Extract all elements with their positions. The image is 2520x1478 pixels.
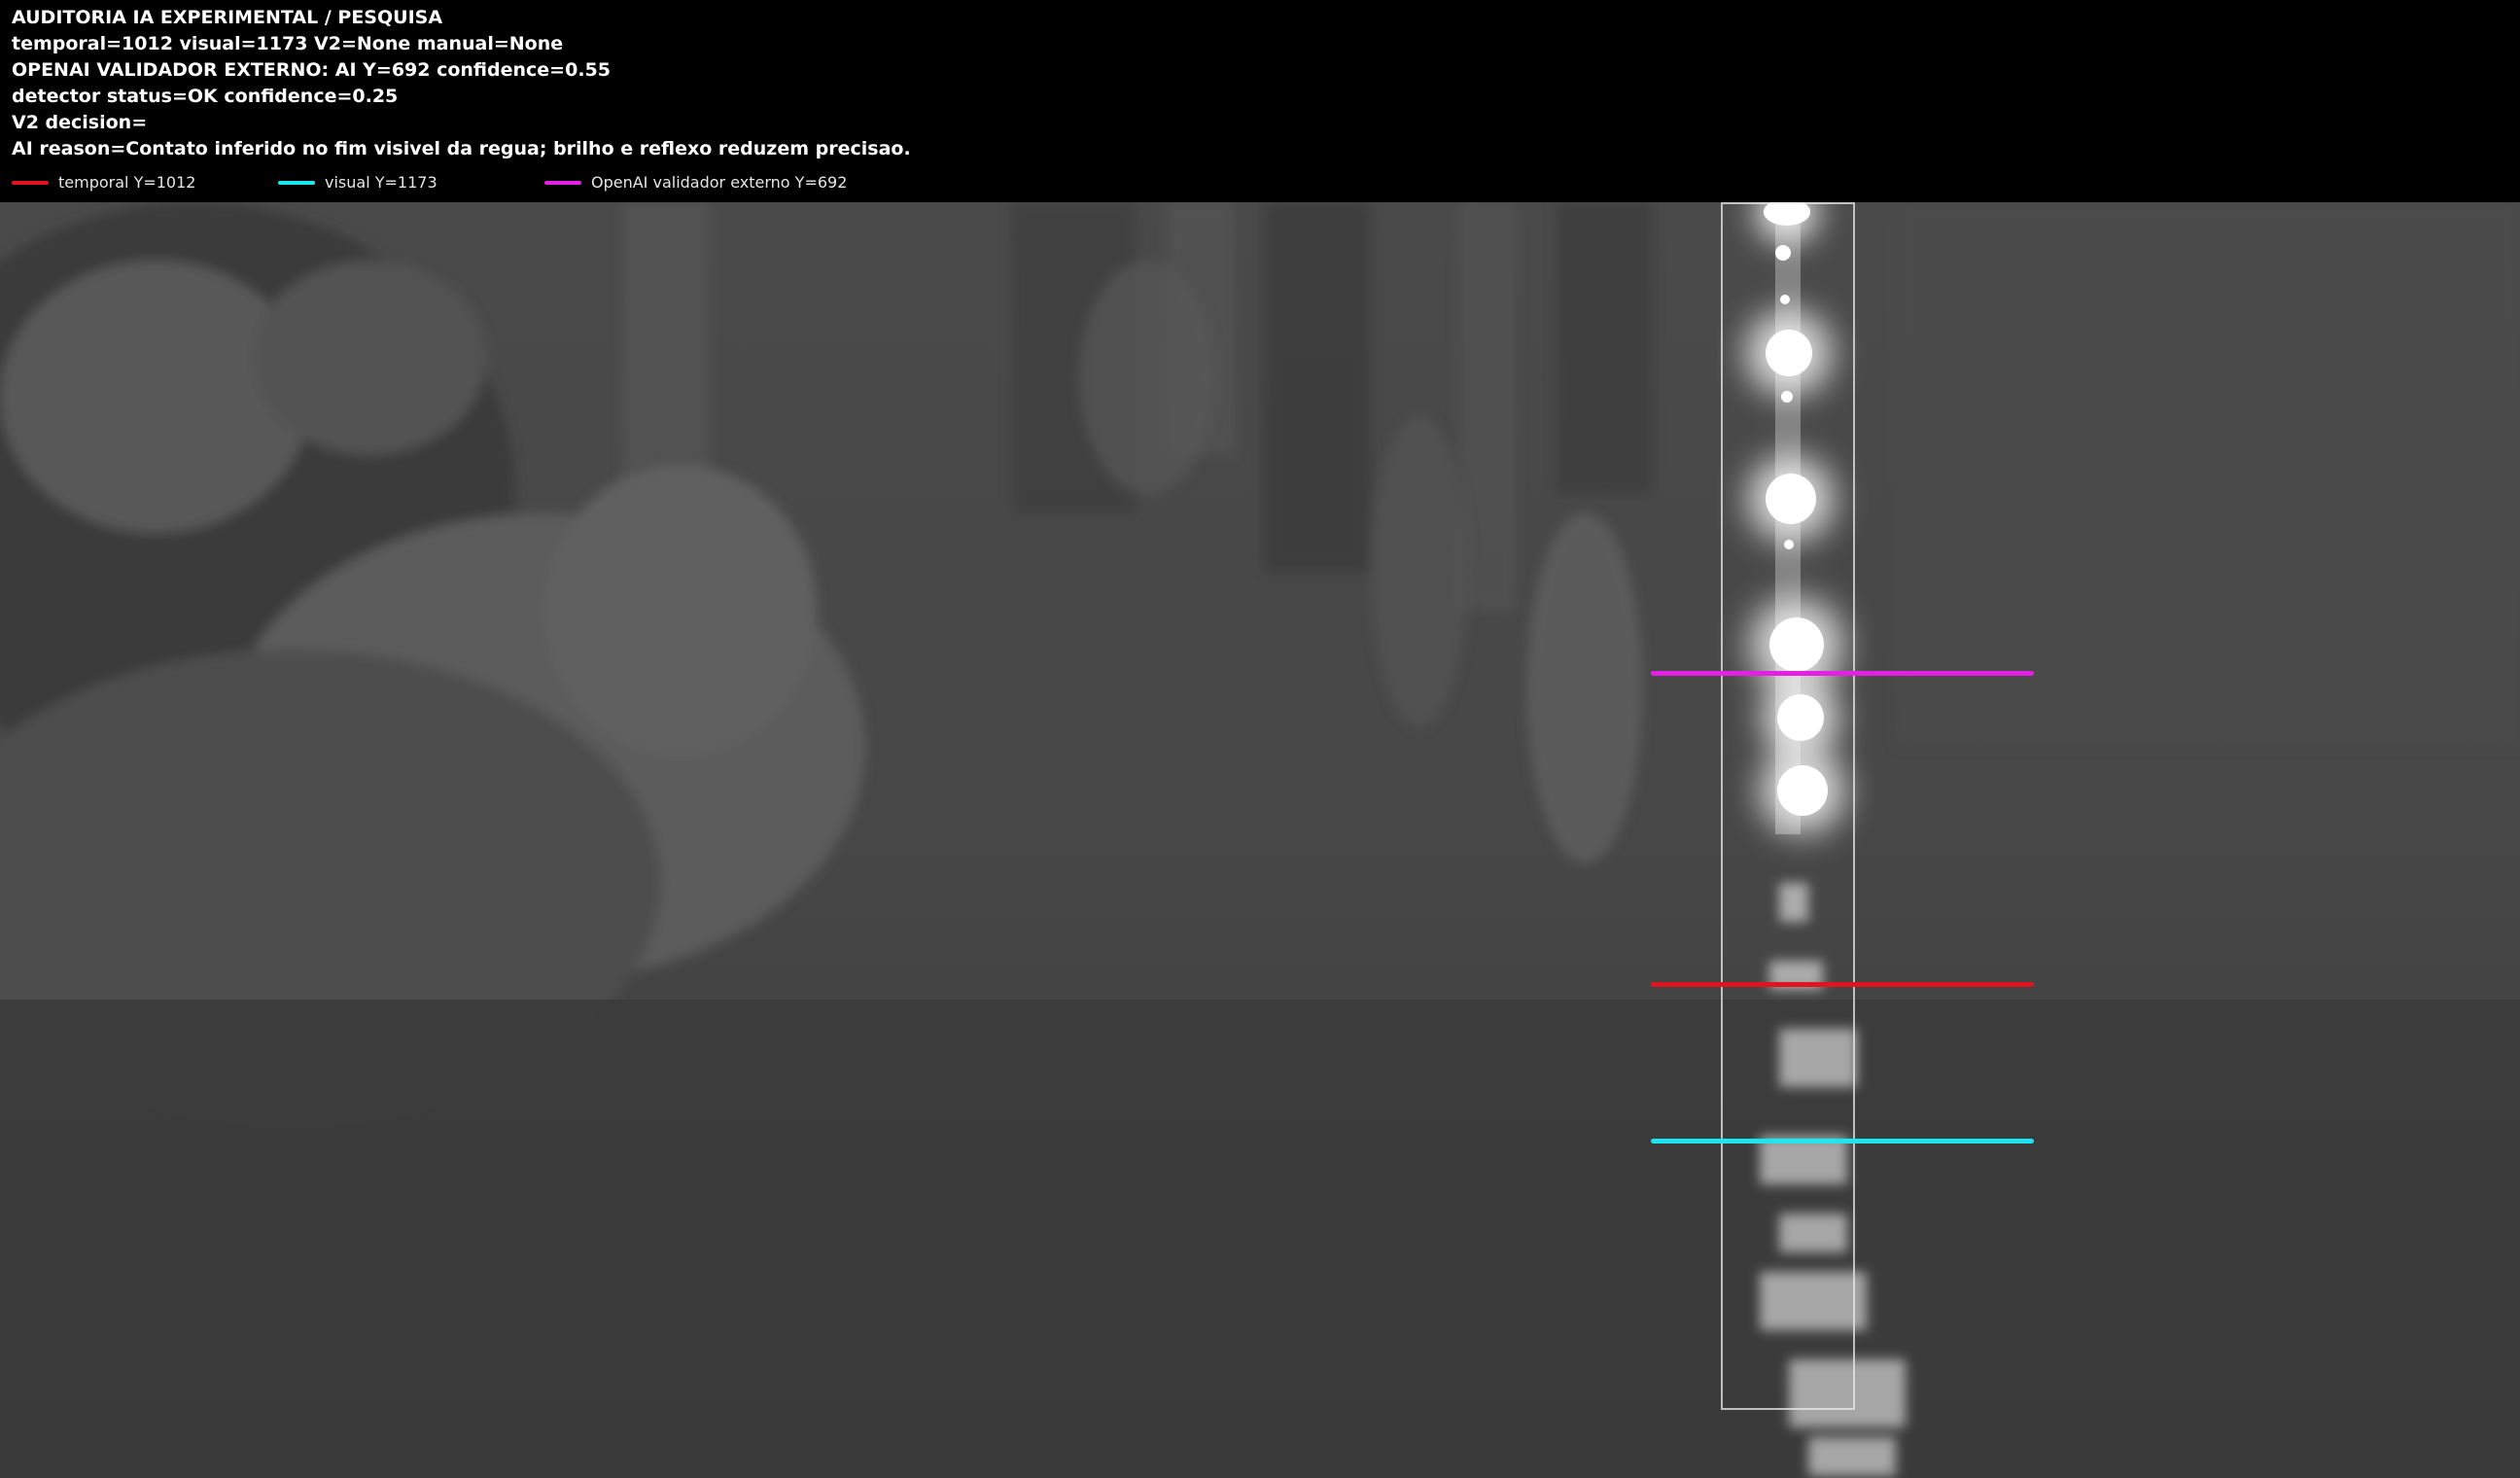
header-v2-decision: V2 decision= [12, 112, 148, 133]
legend-label-openai: OpenAI validador externo Y=692 [591, 173, 848, 192]
legend-label-temporal: temporal Y=1012 [58, 173, 196, 192]
legend-temporal: temporal Y=1012 [12, 173, 195, 193]
legend-swatch-openai [544, 181, 581, 185]
legend-visual: visual Y=1173 [278, 173, 438, 193]
water-surface [0, 1000, 2520, 1478]
header-readings: temporal=1012 visual=1173 V2=None manual… [12, 33, 564, 54]
audit-header: AUDITORIA IA EXPERIMENTAL / PESQUISA tem… [0, 0, 2520, 202]
visual-level-line [1651, 1139, 2034, 1144]
temporal-level-line [1651, 982, 2034, 987]
ruler-roi-box [1721, 202, 1855, 1410]
legend-label-visual: visual Y=1173 [325, 173, 438, 192]
legend-swatch-visual [278, 181, 315, 185]
header-ai-reason: AI reason=Contato inferido no fim visive… [12, 138, 911, 159]
openai-level-line [1651, 671, 2034, 676]
legend-openai: OpenAI validador externo Y=692 [544, 173, 847, 193]
legend-swatch-temporal [12, 181, 49, 185]
camera-scene [0, 202, 2520, 1478]
header-detector-status: detector status=OK confidence=0.25 [12, 86, 399, 107]
header-title: AUDITORIA IA EXPERIMENTAL / PESQUISA [12, 7, 443, 28]
header-openai-validator: OPENAI VALIDADOR EXTERNO: AI Y=692 confi… [12, 59, 611, 81]
camera-frame: AUDITORIA IA EXPERIMENTAL / PESQUISA tem… [0, 0, 2520, 1478]
